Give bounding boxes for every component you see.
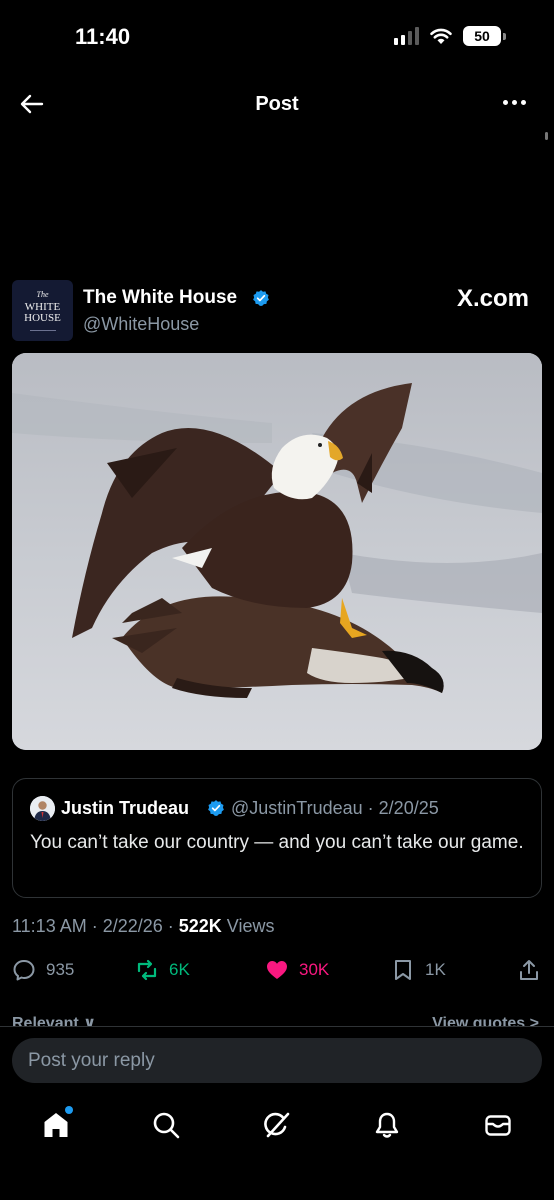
bookmark-button[interactable]: 1K xyxy=(391,958,446,982)
post-meta: 11:13 AM · 2/22/26 · 522K Views xyxy=(12,916,275,937)
avatar[interactable]: The WHITE HOUSE xyxy=(12,280,73,341)
tab-messages[interactable] xyxy=(483,1110,513,1140)
author-handle[interactable]: @WhiteHouse xyxy=(83,314,199,335)
quote-avatar xyxy=(30,796,55,821)
notification-dot xyxy=(65,1106,73,1114)
home-icon xyxy=(44,1113,68,1137)
author-name[interactable]: The White House xyxy=(83,287,237,309)
heart-icon xyxy=(267,961,287,979)
wifi-icon xyxy=(430,28,452,44)
repost-count: 6K xyxy=(169,960,190,979)
divider xyxy=(0,1026,554,1027)
reply-button[interactable]: 935 xyxy=(12,958,74,982)
reply-icon xyxy=(13,960,35,981)
eagle-photo xyxy=(12,353,542,750)
post-time-date: 11:13 AM · 2/22/26 · xyxy=(12,916,179,936)
grok-icon xyxy=(264,1112,290,1138)
cellular-signal-icon xyxy=(394,27,419,45)
mail-icon xyxy=(485,1115,511,1136)
post-image[interactable] xyxy=(12,353,542,750)
like-button[interactable]: 30K xyxy=(265,958,329,982)
page-title: Post xyxy=(255,93,299,115)
battery-level: 50 xyxy=(463,26,501,46)
quoted-post[interactable]: Justin Trudeau @JustinTrudeau · 2/20/25 … xyxy=(12,778,542,898)
tab-grok[interactable] xyxy=(262,1110,292,1140)
reply-input[interactable]: Post your reply xyxy=(12,1038,542,1083)
tab-notifications[interactable] xyxy=(372,1110,402,1140)
bookmark-count: 1K xyxy=(425,960,446,979)
quote-author-name: Justin Trudeau xyxy=(61,798,190,818)
share-icon xyxy=(520,960,538,980)
view-count[interactable]: 522K xyxy=(179,916,222,936)
tab-search[interactable] xyxy=(151,1110,181,1140)
repost-button[interactable]: 6K xyxy=(135,958,190,982)
like-count: 30K xyxy=(299,960,330,979)
repost-icon xyxy=(137,959,157,981)
quote-text: You can’t take our country — and you can… xyxy=(30,832,524,853)
watermark: X.com xyxy=(456,285,529,312)
more-horizontal-icon[interactable] xyxy=(503,100,526,105)
bell-icon xyxy=(375,1112,399,1138)
avatar-line-1: The xyxy=(36,289,49,299)
quote-handle-date: @JustinTrudeau · 2/20/25 xyxy=(231,798,439,818)
battery-icon: 50 xyxy=(463,26,506,46)
share-button[interactable] xyxy=(517,958,541,982)
status-indicators: 50 xyxy=(394,26,506,46)
avatar-line-2: WHITE xyxy=(24,300,61,313)
bookmark-icon xyxy=(395,960,411,980)
quote-verified-badge-icon xyxy=(208,800,224,816)
views-label: Views xyxy=(221,916,275,936)
view-quotes-link[interactable]: View quotes > xyxy=(432,1014,539,1026)
avatar-line-3: HOUSE xyxy=(24,311,61,324)
sort-relevant-link[interactable]: Relevant ∨ xyxy=(12,1014,96,1026)
scrollbar xyxy=(545,132,548,140)
status-time: 11:40 xyxy=(75,24,131,49)
reply-count: 935 xyxy=(46,960,75,979)
verified-badge-icon xyxy=(253,290,269,306)
tab-home[interactable] xyxy=(41,1106,73,1140)
search-icon xyxy=(153,1112,180,1139)
